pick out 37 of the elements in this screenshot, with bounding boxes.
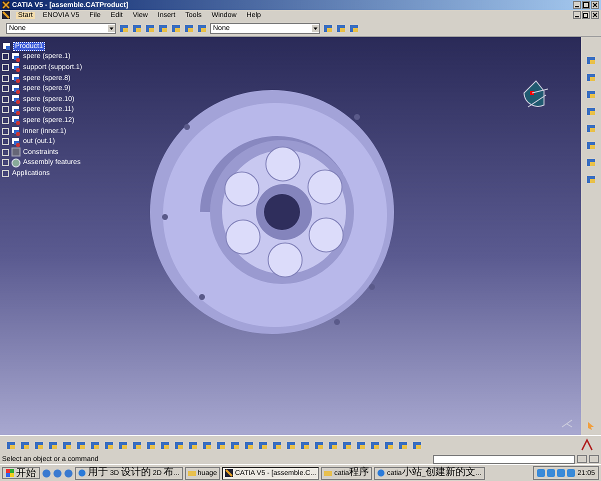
part-icon (11, 62, 21, 72)
product-icon (2, 41, 12, 52)
start-button[interactable]: 开始 (2, 467, 40, 479)
part-icon (11, 115, 21, 126)
close-button[interactable] (591, 1, 599, 9)
maximize-button[interactable] (582, 1, 590, 9)
restore-icon (583, 12, 589, 18)
restore-button[interactable] (582, 11, 590, 19)
part-icon (11, 94, 21, 104)
logo-icon (579, 438, 595, 452)
folder-icon (324, 469, 332, 477)
app-icon (2, 1, 10, 9)
minimize-button[interactable] (573, 1, 581, 9)
cursor-icon (586, 421, 596, 431)
caret-icon (108, 24, 115, 32)
close-icon (592, 2, 598, 8)
part-icon (11, 73, 21, 84)
app-icon (2, 11, 10, 19)
minimize-button[interactable] (573, 11, 581, 19)
windows-logo-icon (6, 469, 14, 477)
features-icon (11, 158, 21, 168)
close-icon (592, 12, 598, 18)
close-button[interactable] (591, 11, 599, 19)
part-icon (11, 84, 21, 94)
maximize-icon (583, 2, 589, 8)
constraints-icon (11, 147, 21, 158)
command-field[interactable] (433, 454, 575, 464)
caret-icon (312, 24, 319, 32)
browser-icon (376, 469, 385, 477)
part-icon (11, 126, 21, 136)
folder-icon (188, 469, 196, 477)
part-icon (11, 104, 21, 115)
browser-icon (78, 469, 86, 477)
axis-icon (560, 417, 574, 429)
app-icon (225, 469, 233, 477)
part-icon (11, 136, 21, 147)
part-icon (11, 52, 21, 62)
